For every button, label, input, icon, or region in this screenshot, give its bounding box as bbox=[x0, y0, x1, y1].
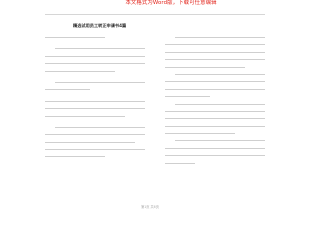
text-line bbox=[45, 55, 145, 57]
text-line bbox=[45, 89, 90, 91]
text-line bbox=[175, 103, 265, 105]
text-line bbox=[165, 81, 265, 83]
text-line bbox=[165, 147, 265, 149]
text-line bbox=[45, 115, 125, 117]
text-line bbox=[165, 59, 265, 61]
text-line bbox=[165, 44, 265, 46]
text-line bbox=[175, 73, 265, 75]
text-line bbox=[45, 156, 105, 158]
text-line bbox=[45, 141, 135, 143]
page-number: 第1页 共6页 bbox=[141, 205, 159, 209]
text-line bbox=[165, 110, 265, 112]
text-line bbox=[165, 96, 210, 98]
text-line bbox=[165, 162, 195, 164]
text-line bbox=[55, 126, 145, 128]
text-line bbox=[165, 133, 235, 135]
text-line bbox=[55, 48, 145, 50]
text-line bbox=[45, 70, 115, 72]
download-notice-banner: 本文格式为Word版，下载可任意编辑 bbox=[0, 0, 300, 15]
text-line bbox=[55, 81, 145, 83]
text-line bbox=[45, 149, 145, 151]
text-line bbox=[45, 100, 145, 102]
text-line bbox=[165, 125, 265, 127]
text-line bbox=[165, 51, 265, 53]
text-line bbox=[175, 140, 265, 142]
text-line bbox=[45, 134, 145, 136]
text-line bbox=[45, 63, 145, 65]
document-title: 精选试用员工转正申请书4篇 bbox=[73, 23, 127, 28]
right-text-column bbox=[165, 37, 265, 170]
banner-text: 本文格式为Word版，下载可任意编辑 bbox=[125, 0, 217, 6]
text-line bbox=[165, 155, 265, 157]
document-page: 精选试用员工转正申请书4篇 bbox=[45, 14, 265, 205]
left-text-column bbox=[45, 37, 145, 164]
text-line bbox=[175, 37, 265, 38]
text-line bbox=[165, 88, 265, 90]
text-line bbox=[45, 108, 145, 110]
text-line bbox=[45, 37, 105, 38]
text-line bbox=[165, 118, 265, 120]
text-line bbox=[165, 66, 245, 68]
